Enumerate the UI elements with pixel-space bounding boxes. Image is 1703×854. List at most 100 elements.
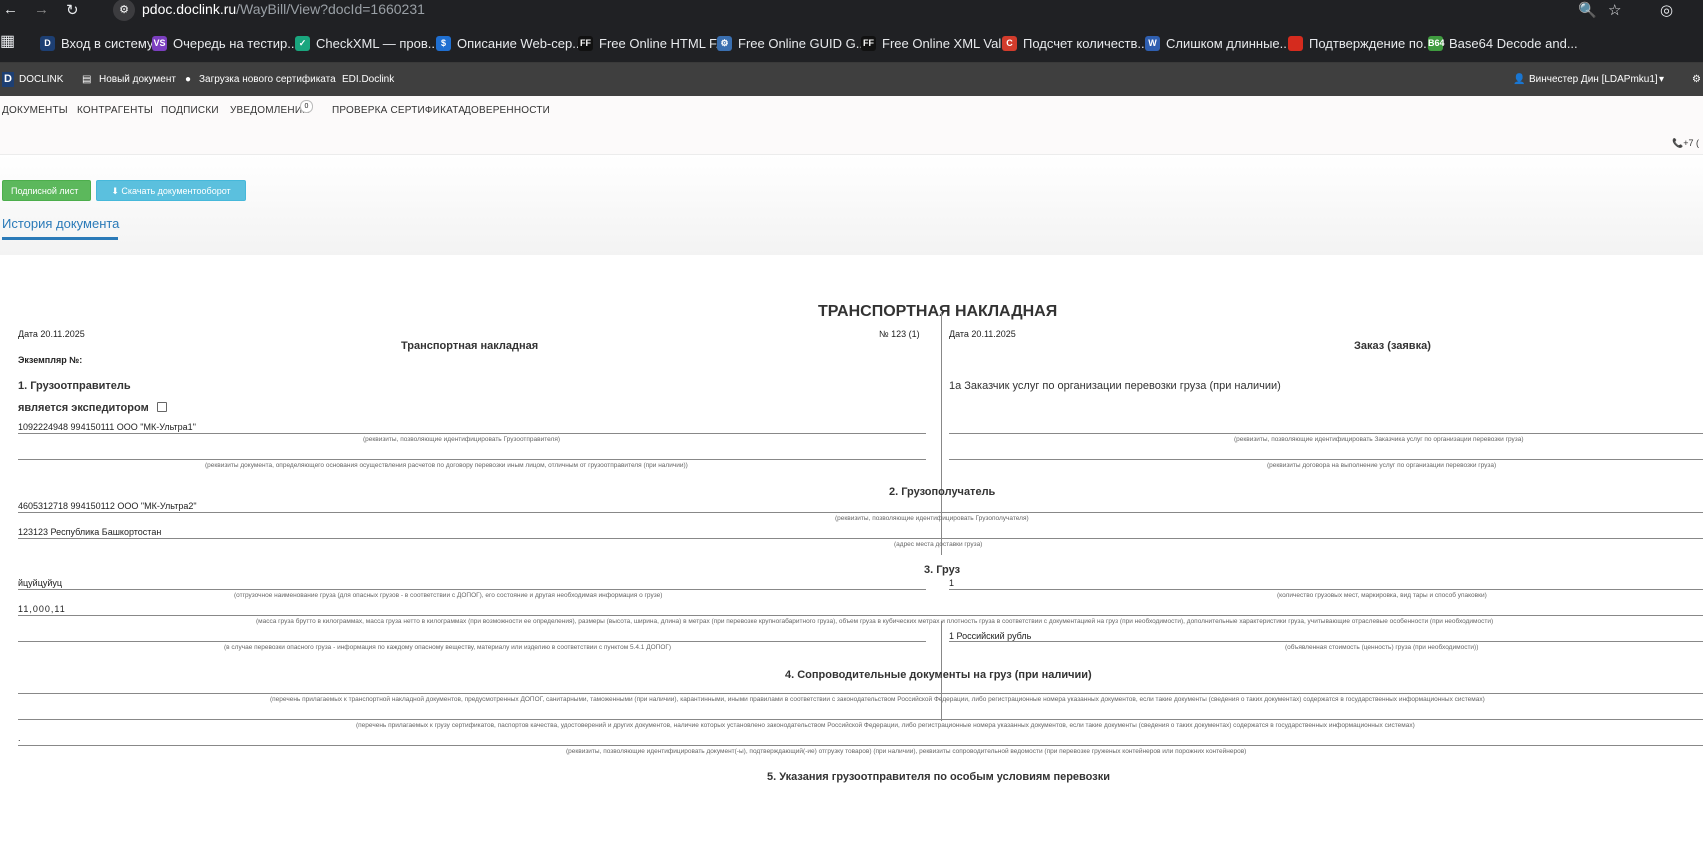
hint-shipper: (реквизиты, позволяющие идентифицировать… (363, 436, 561, 443)
active-tab-underline (2, 237, 118, 240)
forwarder-checkbox[interactable] (157, 402, 167, 412)
bookmark-item[interactable]: C Подсчет количеств... (1002, 34, 1148, 52)
bookmark-label: Слишком длинные... (1166, 35, 1291, 51)
hint-payment: (реквизиты документа, определяющего осно… (205, 462, 688, 469)
hint-places: (количество грузовых мест, маркировка, в… (1277, 592, 1487, 599)
apps-grid-icon[interactable]: ▦ (0, 32, 15, 50)
download-workflow-button[interactable]: ⬇ Скачать документооборот (96, 180, 246, 201)
reload-icon[interactable]: ↻ (66, 1, 79, 19)
cargo-mass-value: 11,000,11 (18, 604, 66, 614)
cargo-places-value: 1 (949, 578, 955, 588)
url-host: pdoc.doclink.ru (142, 1, 237, 17)
section-3-title: 3. Груз (924, 564, 961, 576)
back-icon[interactable]: ← (3, 1, 18, 18)
order-date: Дата 20.11.2025 (949, 329, 1016, 339)
zoom-icon[interactable]: 🔍 (1578, 1, 1597, 19)
bookmark-label: CheckXML — пров... (316, 35, 439, 51)
app-logo-text[interactable]: DOCLINK (19, 74, 63, 85)
bookmark-item[interactable]: ✓ CheckXML — пров... (295, 34, 439, 52)
new-document-link[interactable]: Новый документ (99, 74, 176, 85)
bookmark-label: Free Online GUID G... (738, 35, 867, 51)
main-nav: ДОКУМЕНТЫ КОНТРАГЕНТЫ ПОДПИСКИ УВЕДОМЛЕН… (0, 96, 1703, 155)
section-4-title: 4. Сопроводительные документы на груз (п… (785, 669, 1092, 681)
bookmark-item[interactable]: D Вход в систему (40, 34, 153, 52)
tab-contractors[interactable]: КОНТРАГЕНТЫ (77, 105, 153, 116)
section-5-title: 5. Указания грузоотправителя по особым у… (767, 771, 1110, 783)
bookmark-favicon-icon: VS (152, 35, 167, 51)
bookmark-item[interactable]: FF Free Online XML Val... (861, 34, 1012, 52)
sign-sheet-button[interactable]: Подписной лист (2, 180, 91, 201)
bookmark-item[interactable]: FF Free Online HTML F... (578, 34, 726, 52)
load-certificate-link[interactable]: Загрузка нового сертификата (199, 74, 336, 85)
copy-number-label: Экземпляр №: (18, 355, 83, 365)
app-header: D DOCLINK ▤ Новый документ ● Загрузка но… (0, 63, 1703, 96)
tab-powers-of-attorney[interactable]: ДОВЕРЕННОСТИ (464, 105, 550, 116)
right-heading: Заказ (заявка) (1354, 340, 1431, 352)
bookmark-label: Free Online XML Val... (882, 35, 1013, 51)
hint-dangerous: (в случае перевозки опасного груза - инф… (224, 644, 672, 651)
url-path: /WayBill/View?docId=1660231 (236, 1, 425, 17)
bookmark-label: Описание Web-сер... (457, 35, 584, 51)
bookmark-favicon-icon: W (1145, 35, 1160, 51)
phone-icon: 📞 (1672, 138, 1684, 148)
section-1a-title: 1а Заказчик услуг по организации перевоз… (949, 380, 1281, 392)
forward-icon[interactable]: → (34, 1, 49, 18)
site-info-icon[interactable]: ⚙ (113, 0, 135, 21)
bookmark-star-icon[interactable]: ☆ (1608, 1, 1621, 19)
user-menu[interactable]: Винчестер Дин [LDAPmku1] (1529, 74, 1658, 85)
caret-down-icon[interactable]: ▾ (1659, 74, 1664, 85)
bookmark-label: Подсчет количеств... (1023, 35, 1149, 51)
bookmark-item[interactable]: $ Описание Web-сер... (436, 34, 583, 52)
bookmarks-bar: ▦ D Вход в систему VS Очередь на тестир... ✓… (0, 23, 1703, 63)
waybill-number: № 123 (1) (879, 329, 920, 339)
bookmark-favicon-icon: ✓ (295, 35, 310, 51)
download-workflow-label: Скачать документооборот (121, 186, 231, 196)
waybill-document: ТРАНСПОРТНАЯ НАКЛАДНАЯ Транспортная накл… (2, 255, 1703, 854)
document-icon: ▤ (82, 74, 92, 85)
bookmark-item[interactable]: VS Очередь на тестир... (152, 34, 298, 52)
support-phone[interactable]: +7 ( (1683, 138, 1699, 148)
shipper-value: 1092224948 994150111 ООО "МК-Ультра1" (18, 422, 196, 432)
tab-subscriptions[interactable]: ПОДПИСКИ (161, 105, 219, 116)
waybill-date: Дата 20.11.2025 (18, 329, 85, 339)
user-icon: 👤 (1513, 74, 1526, 85)
bookmark-item[interactable]: B64 Base64 Decode and... (1428, 34, 1578, 52)
hint-mass: (масса груза брутто в килограммах, масса… (256, 618, 1494, 625)
bookmark-item[interactable]: Подтверждение по... (1288, 34, 1434, 52)
hint-customer: (реквизиты, позволяющие идентифицировать… (1234, 436, 1524, 443)
hint-docs-3: (реквизиты, позволяющие идентифицировать… (566, 748, 1247, 755)
document-title: ТРАНСПОРТНАЯ НАКЛАДНАЯ (818, 303, 1058, 320)
declared-value: 1 Российский рубль (949, 631, 1032, 641)
document-toolbar: Подписной лист ⬇ Скачать документооборот… (0, 155, 1703, 255)
cargo-name-value: йцуйцуйуц (18, 578, 63, 588)
address-value: 123123 Республика Башкортостан (18, 527, 162, 537)
bookmark-favicon-icon: ⚙ (717, 35, 732, 51)
hint-docs-2: (перечень прилагаемых к грузу сертификат… (356, 722, 1415, 729)
download-icon: ⬇ (111, 186, 119, 196)
settings-gear-icon[interactable]: ⚙ (1692, 74, 1701, 85)
forwarder-label: является экспедитором (18, 402, 149, 414)
edi-link[interactable]: EDI.Doclink (342, 74, 394, 85)
bookmark-favicon-icon: $ (436, 35, 451, 51)
bookmark-label: Base64 Decode and... (1449, 35, 1578, 51)
bookmark-label: Free Online HTML F... (599, 35, 727, 51)
bookmark-favicon-icon: FF (578, 35, 593, 51)
bookmark-item[interactable]: ⚙ Free Online GUID G... (717, 34, 867, 52)
profile-icon[interactable]: ◎ (1660, 1, 1673, 19)
address-bar[interactable]: ⚙ pdoc.doclink.ru/WayBill/View?docId=166… (113, 0, 1583, 21)
tab-notifications[interactable]: УВЕДОМЛЕНИЯ (230, 105, 310, 116)
bookmark-favicon-icon: FF (861, 35, 876, 51)
tab-documents[interactable]: ДОКУМЕНТЫ (2, 105, 68, 116)
docs-3-value: . (18, 733, 21, 743)
tab-document-history[interactable]: История документа (2, 216, 119, 231)
bookmark-label: Очередь на тестир... (173, 35, 299, 51)
tab-certificate-check[interactable]: ПРОВЕРКА СЕРТИФИКАТА (332, 105, 465, 116)
browser-toolbar: ← → ↻ ⚙ pdoc.doclink.ru/WayBill/View?doc… (0, 0, 1703, 23)
bookmark-favicon-icon: C (1002, 35, 1017, 51)
bookmark-label: Вход в систему (61, 35, 154, 51)
bookmark-favicon-icon: D (40, 35, 55, 51)
left-heading: Транспортная накладная (401, 340, 539, 352)
bookmark-item[interactable]: W Слишком длинные... (1145, 34, 1290, 52)
hint-cargo-name: (отгрузочное наименование груза (для опа… (234, 592, 663, 599)
certificate-icon: ● (185, 74, 192, 85)
